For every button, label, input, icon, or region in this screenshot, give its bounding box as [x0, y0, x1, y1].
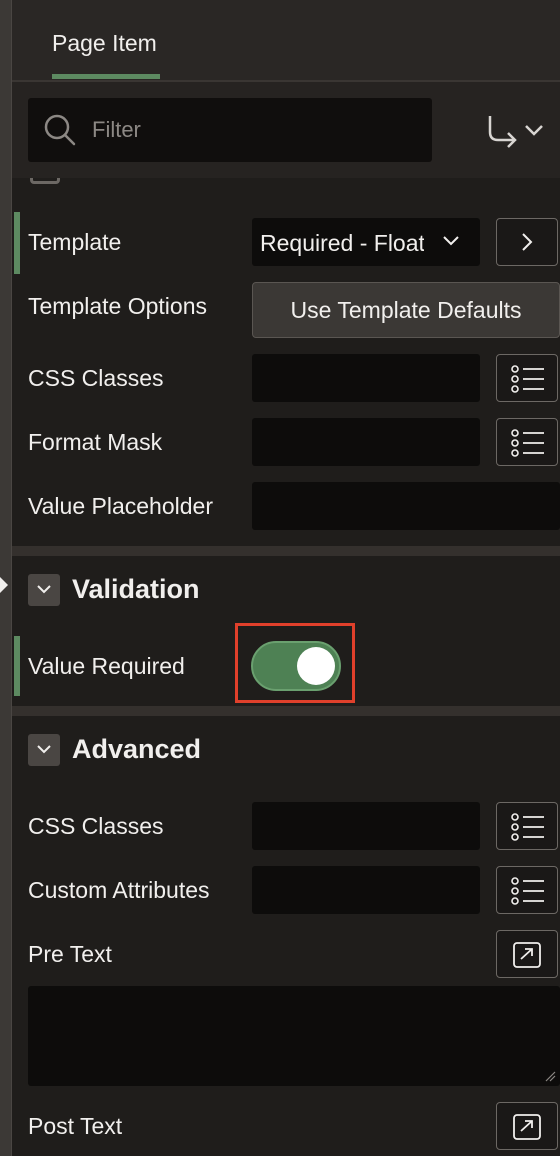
- format-mask-label: Format Mask: [28, 429, 163, 455]
- chevron-right-icon: [522, 233, 533, 251]
- pre-text-textarea[interactable]: [28, 986, 560, 1086]
- template-label: Template: [28, 229, 122, 255]
- format-mask-list-button[interactable]: [496, 418, 558, 466]
- expand-caret-icon[interactable]: [0, 577, 8, 593]
- value-placeholder-label: Value Placeholder: [28, 493, 213, 519]
- go-to-group-icon[interactable]: [484, 112, 550, 148]
- css-classes-label: CSS Classes: [28, 365, 164, 391]
- toggle-knob: [297, 647, 335, 685]
- collapse-toggle[interactable]: [28, 574, 60, 606]
- pre-text-label: Pre Text: [28, 941, 112, 967]
- filter-toolbar: Filter: [12, 82, 560, 178]
- custom-attributes-list-button[interactable]: [496, 866, 558, 914]
- template-select[interactable]: Required - Floating: [252, 218, 480, 266]
- advanced-css-classes-list-button[interactable]: [496, 802, 558, 850]
- post-text-expand-button[interactable]: [496, 1102, 558, 1150]
- chevron-down-icon: [37, 585, 51, 594]
- tab-page-item[interactable]: Page Item: [52, 30, 157, 57]
- chevron-down-icon: [37, 745, 51, 754]
- custom-attributes-label: Custom Attributes: [28, 877, 210, 903]
- section-divider: [12, 546, 560, 556]
- required-indicator: [14, 212, 20, 274]
- filter-input[interactable]: Filter: [28, 98, 432, 162]
- list-icon: [511, 877, 544, 905]
- template-go-button[interactable]: [496, 218, 558, 266]
- property-editor-panel: Page Item Filter Template Required - Flo…: [12, 0, 560, 1156]
- format-mask-input[interactable]: [252, 418, 480, 466]
- advanced-css-classes-input[interactable]: [252, 802, 480, 850]
- section-divider: [12, 706, 560, 716]
- left-rail: [0, 0, 12, 1156]
- template-options-label: Template Options: [28, 293, 207, 319]
- validation-section-title: Validation: [72, 574, 200, 604]
- css-classes-list-button[interactable]: [496, 354, 558, 402]
- list-icon: [511, 365, 544, 393]
- list-icon: [511, 429, 544, 457]
- post-text-label: Post Text: [28, 1113, 123, 1139]
- list-icon: [511, 813, 544, 841]
- collapsed-section-fragment: [12, 178, 560, 198]
- collapse-toggle[interactable]: [28, 734, 60, 766]
- tab-bar: Page Item: [12, 0, 560, 82]
- chevron-down-icon: [443, 236, 459, 246]
- search-icon: [44, 114, 76, 146]
- validation-section-header[interactable]: Validation: [12, 560, 560, 620]
- active-tab-indicator: [52, 74, 160, 79]
- advanced-section-title: Advanced: [72, 734, 202, 764]
- filter-placeholder: Filter: [92, 117, 141, 142]
- open-editor-icon: [513, 1114, 541, 1140]
- value-placeholder-input[interactable]: [252, 482, 560, 530]
- open-editor-icon: [513, 942, 541, 968]
- resize-grip-icon[interactable]: [544, 1070, 556, 1082]
- css-classes-input[interactable]: [252, 354, 480, 402]
- advanced-section-header[interactable]: Advanced: [12, 720, 560, 780]
- use-template-defaults-button[interactable]: Use Template Defaults: [252, 282, 560, 338]
- advanced-css-classes-label: CSS Classes: [28, 813, 164, 839]
- template-value: Required - Floating: [260, 230, 424, 256]
- pre-text-expand-button[interactable]: [496, 930, 558, 978]
- value-required-label: Value Required: [28, 653, 185, 679]
- required-indicator: [14, 636, 20, 696]
- value-required-toggle[interactable]: [251, 641, 341, 691]
- custom-attributes-input[interactable]: [252, 866, 480, 914]
